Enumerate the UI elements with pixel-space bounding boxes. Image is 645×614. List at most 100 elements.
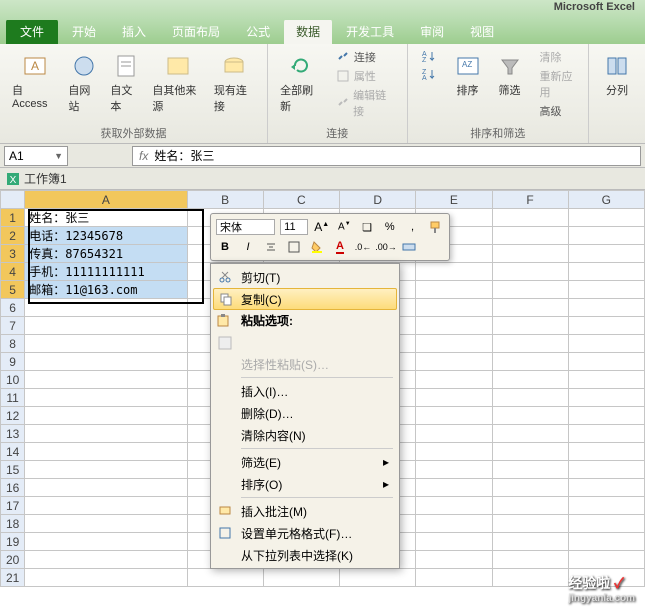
col-header-E[interactable]: E xyxy=(416,191,492,209)
row-header-12[interactable]: 12 xyxy=(1,407,25,425)
cell-E21[interactable] xyxy=(416,569,492,587)
row-header-9[interactable]: 9 xyxy=(1,353,25,371)
menu-format-cells[interactable]: 设置单元格格式(F)… xyxy=(213,522,397,544)
row-header-3[interactable]: 3 xyxy=(1,245,25,263)
mini-inc-decimal[interactable]: .00→ xyxy=(377,238,395,256)
tab-dev[interactable]: 开发工具 xyxy=(334,19,406,44)
mini-italic[interactable]: I xyxy=(239,238,257,256)
cell-F10[interactable] xyxy=(492,371,568,389)
cell-G1[interactable] xyxy=(568,209,644,227)
cell-A5[interactable]: 邮箱：11@163.com xyxy=(25,281,187,299)
cell-E9[interactable] xyxy=(416,353,492,371)
cell-E4[interactable] xyxy=(416,263,492,281)
cell-A16[interactable] xyxy=(25,479,187,497)
cell-C21[interactable] xyxy=(263,569,339,587)
row-header-20[interactable]: 20 xyxy=(1,551,25,569)
cell-G18[interactable] xyxy=(568,515,644,533)
cell-D21[interactable] xyxy=(340,569,416,587)
cell-A12[interactable] xyxy=(25,407,187,425)
mini-size-select[interactable]: 11 xyxy=(280,219,308,235)
cell-E18[interactable] xyxy=(416,515,492,533)
mini-font-select[interactable]: 宋体 xyxy=(216,219,275,235)
cell-A7[interactable] xyxy=(25,317,187,335)
cell-F15[interactable] xyxy=(492,461,568,479)
cell-E8[interactable] xyxy=(416,335,492,353)
row-header-5[interactable]: 5 xyxy=(1,281,25,299)
mini-fill-color[interactable] xyxy=(308,238,326,256)
menu-insert[interactable]: 插入(I)… xyxy=(213,380,397,402)
cell-G12[interactable] xyxy=(568,407,644,425)
cell-E10[interactable] xyxy=(416,371,492,389)
mini-font-color[interactable]: A xyxy=(331,238,349,256)
cell-E20[interactable] xyxy=(416,551,492,569)
menu-filter[interactable]: 筛选(E)▸ xyxy=(213,451,397,473)
cell-A15[interactable] xyxy=(25,461,187,479)
mini-border[interactable] xyxy=(285,238,303,256)
cell-G7[interactable] xyxy=(568,317,644,335)
cell-F4[interactable] xyxy=(492,263,568,281)
row-header-16[interactable]: 16 xyxy=(1,479,25,497)
row-header-19[interactable]: 19 xyxy=(1,533,25,551)
tab-layout[interactable]: 页面布局 xyxy=(160,19,232,44)
cell-G17[interactable] xyxy=(568,497,644,515)
row-header-15[interactable]: 15 xyxy=(1,461,25,479)
row-header-17[interactable]: 17 xyxy=(1,497,25,515)
cell-G10[interactable] xyxy=(568,371,644,389)
menu-sort[interactable]: 排序(O)▸ xyxy=(213,473,397,495)
cell-B21[interactable] xyxy=(187,569,263,587)
btn-sort-asc[interactable]: AZ xyxy=(416,48,442,64)
row-header-1[interactable]: 1 xyxy=(1,209,25,227)
name-box[interactable]: A1▼ xyxy=(4,146,68,166)
col-header-B[interactable]: B xyxy=(187,191,263,209)
cell-G4[interactable] xyxy=(568,263,644,281)
btn-existing-conn[interactable]: 现有连接 xyxy=(210,48,259,116)
mini-format-painter[interactable] xyxy=(426,218,444,236)
tab-view[interactable]: 视图 xyxy=(458,19,506,44)
cell-E13[interactable] xyxy=(416,425,492,443)
cell-A11[interactable] xyxy=(25,389,187,407)
cell-A20[interactable] xyxy=(25,551,187,569)
cell-F14[interactable] xyxy=(492,443,568,461)
cell-G15[interactable] xyxy=(568,461,644,479)
col-header-F[interactable]: F xyxy=(492,191,568,209)
cell-G2[interactable] xyxy=(568,227,644,245)
cell-G19[interactable] xyxy=(568,533,644,551)
cell-F1[interactable] xyxy=(492,209,568,227)
cell-E12[interactable] xyxy=(416,407,492,425)
cell-A8[interactable] xyxy=(25,335,187,353)
link-connections[interactable]: 连接 xyxy=(332,48,399,66)
row-header-4[interactable]: 4 xyxy=(1,263,25,281)
btn-advanced[interactable]: 高级 xyxy=(536,102,581,120)
cell-A17[interactable] xyxy=(25,497,187,515)
cell-F6[interactable] xyxy=(492,299,568,317)
row-header-10[interactable]: 10 xyxy=(1,371,25,389)
tab-formula[interactable]: 公式 xyxy=(234,19,282,44)
menu-droplist[interactable]: 从下拉列表中选择(K) xyxy=(213,544,397,566)
cell-G16[interactable] xyxy=(568,479,644,497)
mini-percent[interactable]: % xyxy=(381,218,399,236)
cell-F3[interactable] xyxy=(492,245,568,263)
cell-A6[interactable] xyxy=(25,299,187,317)
cell-G13[interactable] xyxy=(568,425,644,443)
row-header-2[interactable]: 2 xyxy=(1,227,25,245)
mini-align-center[interactable] xyxy=(262,238,280,256)
row-header-18[interactable]: 18 xyxy=(1,515,25,533)
cell-F19[interactable] xyxy=(492,533,568,551)
mini-shrink-font[interactable]: A▼ xyxy=(336,218,354,236)
cell-G3[interactable] xyxy=(568,245,644,263)
cell-A18[interactable] xyxy=(25,515,187,533)
btn-filter[interactable]: 筛选 xyxy=(490,48,530,100)
menu-copy[interactable]: 复制(C) xyxy=(213,288,397,310)
col-header-D[interactable]: D xyxy=(340,191,416,209)
menu-cut[interactable]: 剪切(T) xyxy=(213,266,397,288)
cell-A21[interactable] xyxy=(25,569,187,587)
cell-E16[interactable] xyxy=(416,479,492,497)
cell-G14[interactable] xyxy=(568,443,644,461)
cell-A2[interactable]: 电话：12345678 xyxy=(25,227,187,245)
cell-F2[interactable] xyxy=(492,227,568,245)
row-header-7[interactable]: 7 xyxy=(1,317,25,335)
tab-home[interactable]: 开始 xyxy=(60,19,108,44)
cell-A14[interactable] xyxy=(25,443,187,461)
cell-E19[interactable] xyxy=(416,533,492,551)
btn-from-access[interactable]: A自 Access xyxy=(8,48,62,116)
